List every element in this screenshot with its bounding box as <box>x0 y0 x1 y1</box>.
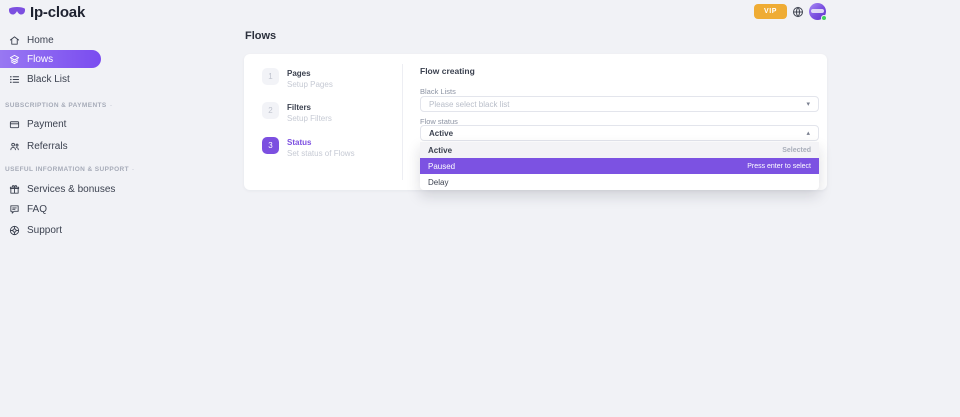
form-title: Flow creating <box>420 66 475 76</box>
flows-icon <box>9 54 20 65</box>
caret-up-icon: ▴ <box>806 130 810 137</box>
sidebar-item-services-bonuses[interactable]: Services & bonuses <box>0 180 115 198</box>
step-number: 3 <box>262 137 279 154</box>
option-label: Paused <box>428 162 455 171</box>
step-title: Status <box>287 138 355 147</box>
mask-icon <box>8 3 26 21</box>
vip-button[interactable]: VIP <box>754 4 787 19</box>
step-subtitle: Setup Pages <box>287 80 333 89</box>
user-avatar[interactable] <box>809 3 826 20</box>
step-number: 1 <box>262 68 279 85</box>
black-lists-select[interactable]: Please select black list ▾ <box>420 96 819 112</box>
flow-status-value: Active <box>429 129 453 138</box>
page-title: Flows <box>245 30 276 42</box>
header: Ip-cloak VIP <box>0 0 960 24</box>
flow-status-dropdown: Active Selected Paused Press enter to se… <box>420 142 819 190</box>
sidebar-item-faq[interactable]: FAQ <box>0 200 47 218</box>
referrals-people-icon <box>9 141 20 152</box>
header-right: VIP <box>754 3 826 20</box>
option-hint: Press enter to select <box>747 163 811 170</box>
black-lists-placeholder: Please select black list <box>429 100 509 109</box>
step-title: Pages <box>287 69 333 78</box>
sidebar-item-label: Payment <box>27 119 66 130</box>
sidebar-item-home[interactable]: Home <box>0 31 54 49</box>
wizard-step-filters[interactable]: 2 Filters Setup Filters <box>262 102 332 123</box>
step-subtitle: Setup Filters <box>287 114 332 123</box>
step-subtitle: Set status of Flows <box>287 149 355 158</box>
sidebar-item-label: Black List <box>27 74 70 85</box>
flow-creating-card: 1 Pages Setup Pages 2 Filters Setup Filt… <box>244 54 827 190</box>
dropdown-option-paused[interactable]: Paused Press enter to select <box>420 158 819 174</box>
logo-text: Ip-cloak <box>30 4 85 21</box>
flow-status-select[interactable]: Active ▴ <box>420 125 819 141</box>
sidebar-item-payment[interactable]: Payment <box>0 115 66 133</box>
sidebar-item-referrals[interactable]: Referrals <box>0 137 68 155</box>
sidebar-item-label: Referrals <box>27 141 68 152</box>
sidebar-item-label: Services & bonuses <box>27 184 115 195</box>
caret-down-icon: ▾ <box>806 101 810 108</box>
app-screen: Ip-cloak VIP Home <box>0 0 960 417</box>
sidebar-item-label: Flows <box>27 54 53 65</box>
option-label: Active <box>428 146 452 155</box>
wizard-step-status[interactable]: 3 Status Set status of Flows <box>262 137 355 158</box>
card-vertical-divider <box>402 64 403 180</box>
section-title: Useful information & Support <box>5 166 129 173</box>
faq-chat-icon <box>9 204 20 215</box>
payment-card-icon <box>9 119 20 130</box>
sidebar-item-flows[interactable]: Flows <box>0 50 101 68</box>
black-lists-label: Black Lists <box>420 87 456 96</box>
sidebar-item-label: Support <box>27 225 62 236</box>
dropdown-option-delay[interactable]: Delay <box>420 174 819 190</box>
sidebar-item-label: Home <box>27 35 54 46</box>
option-hint: Selected <box>782 147 811 154</box>
section-title: Subscription & Payments <box>5 102 107 109</box>
option-label: Delay <box>428 178 448 187</box>
step-number: 2 <box>262 102 279 119</box>
sidebar-item-black-list[interactable]: Black List <box>0 70 70 88</box>
globe-language-icon[interactable] <box>792 6 804 18</box>
wizard-step-pages[interactable]: 1 Pages Setup Pages <box>262 68 333 89</box>
home-icon <box>9 35 20 46</box>
lifebuoy-icon <box>9 225 20 236</box>
blacklist-icon <box>9 74 20 85</box>
sidebar-section-subscription: Subscription & Payments <box>5 102 101 109</box>
step-title: Filters <box>287 103 332 112</box>
sidebar-item-support[interactable]: Support <box>0 221 62 239</box>
sidebar-section-support: Useful information & Support <box>5 166 101 173</box>
online-status-dot <box>821 15 827 21</box>
dropdown-option-active[interactable]: Active Selected <box>420 142 819 158</box>
gift-icon <box>9 184 20 195</box>
logo[interactable]: Ip-cloak <box>8 3 85 21</box>
sidebar-item-label: FAQ <box>27 204 47 215</box>
